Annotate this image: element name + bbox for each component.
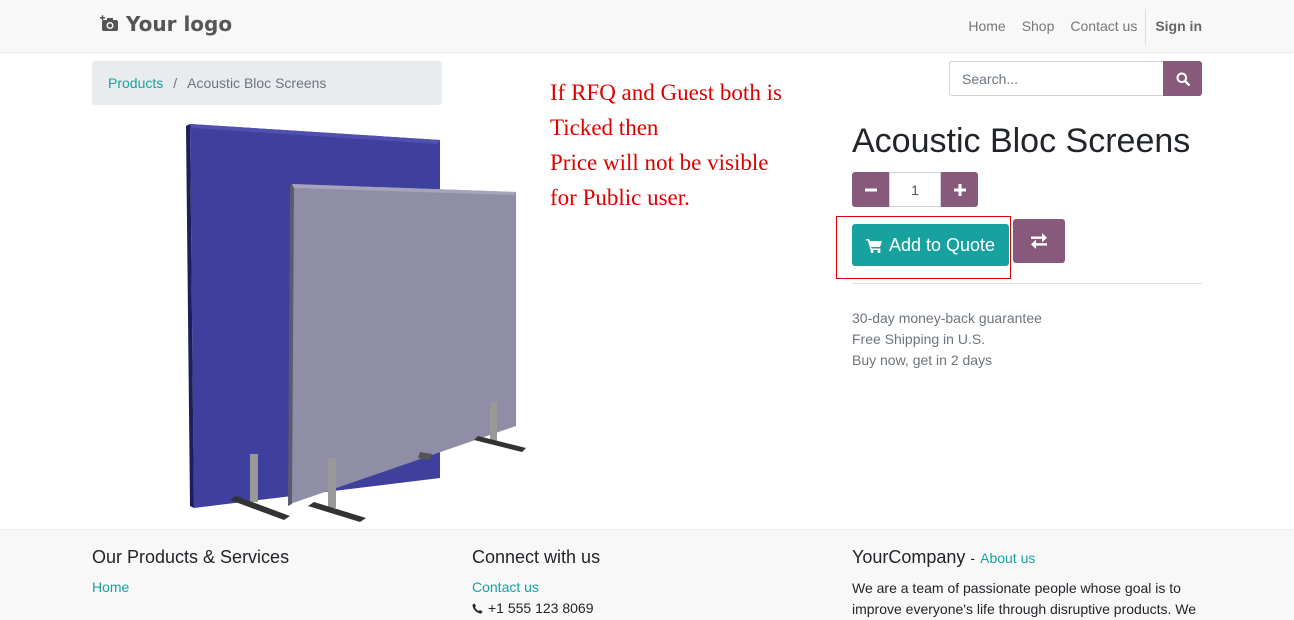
company-description: We are a team of passionate people whose… [852,580,1197,617]
search-input[interactable] [949,61,1164,96]
footer-connect-column: Connect with us Contact us +1 555 123 80… [472,547,600,619]
footer-contact-link[interactable]: Contact us [472,577,600,598]
footer-phone-number: +1 555 123 8069 [488,600,594,616]
add-to-quote-label: Add to Quote [888,234,996,255]
perk-item: Free Shipping in U.S. [852,331,986,347]
annotation-line: for Public user. [550,185,690,210]
nav-home[interactable]: Home [960,0,1013,53]
breadcrumb-current: Acoustic Bloc Screens [187,75,327,91]
plus-icon [953,183,966,196]
exchange-icon [1031,233,1047,249]
company-name: YourCompany [852,547,966,567]
footer-about-link[interactable]: About us [980,550,1035,566]
nav-contact[interactable]: Contact us [1062,0,1145,53]
nav-shop[interactable]: Shop [1014,0,1063,53]
annotation-note: If RFQ and Guest both is Ticked then Pri… [550,75,820,215]
minus-icon [864,188,877,191]
footer-heading: Our Products & Services [92,547,290,567]
breadcrumb-products-link[interactable]: Products [108,75,163,91]
breadcrumb-separator: / [173,75,178,91]
product-image [180,118,530,524]
product-title: Acoustic Bloc Screens [852,122,1191,160]
annotation-line: Ticked then [550,115,659,140]
footer-home-link[interactable]: Home [92,577,289,598]
perk-item: 30-day money-back guarantee [852,310,1042,326]
heading-separator: - [970,550,976,566]
quantity-decrease-button[interactable] [852,172,889,207]
footer-phone: +1 555 123 8069 [472,598,600,619]
search-icon [1176,72,1190,86]
search-button[interactable] [1163,61,1202,96]
product-perks: 30-day money-back guarantee Free Shippin… [852,308,1042,371]
footer-company-column: YourCompany - About us We are a team of … [852,547,1202,620]
shopping-cart-icon [865,238,882,253]
camera-icon [100,15,118,31]
site-footer: Our Products & Services Home Connect wit… [0,529,1294,620]
main-nav: Home Shop Contact us Sign in [960,0,1202,53]
annotation-line: Price will not be visible [550,150,769,175]
compare-button[interactable] [1013,219,1065,263]
search-bar [949,61,1202,96]
logo-text: Your logo [126,12,233,36]
site-header: Your logo Home Shop Contact us Sign in [0,0,1294,53]
site-logo[interactable]: Your logo [100,12,232,36]
quantity-input[interactable] [889,172,941,207]
footer-heading: Connect with us [472,547,601,567]
phone-icon [472,603,483,614]
annotation-line: If RFQ and Guest both is [550,80,782,105]
nav-signin[interactable]: Sign in [1146,0,1202,53]
footer-products-column: Our Products & Services Home [92,547,289,598]
breadcrumb: Products / Acoustic Bloc Screens [92,61,442,105]
quantity-stepper [852,172,978,207]
quantity-increase-button[interactable] [941,172,978,207]
perk-item: Buy now, get in 2 days [852,352,993,368]
add-to-quote-button[interactable]: Add to Quote [852,224,1009,266]
footer-company-heading: YourCompany - About us [852,547,1202,569]
divider-line [852,283,1202,284]
